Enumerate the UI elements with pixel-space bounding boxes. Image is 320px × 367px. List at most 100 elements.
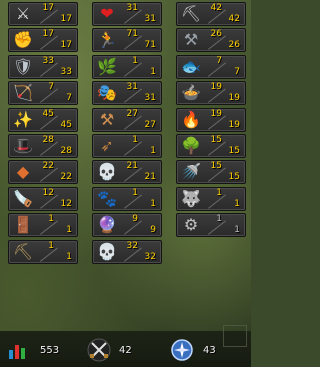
skill-current-level: 17 [42,29,54,39]
skill-max-level: 32 [144,252,156,262]
skill-current-level: 45 [42,109,54,119]
wolf-pouch-icon: 🐺 [181,189,201,208]
skill-max-level: 1 [66,225,72,235]
skill-current-level: 7 [216,56,222,66]
quest-points-value: 43 [203,344,216,356]
skill-level-box: 17 17 [36,29,74,51]
skill-level-box: 15 15 [204,161,242,183]
skill-current-level: 71 [126,29,138,39]
skill-max-level: 1 [66,252,72,262]
shield-icon: 🛡 [12,57,34,76]
skill-level-box: 11 [120,56,158,78]
skill-ranged[interactable]: 🏹 7 7 [8,81,78,105]
skill-current-level: 28 [42,135,54,145]
skill-thieving[interactable]: 🎭 31 31 [92,81,162,105]
skill-max-level: 1 [234,225,240,235]
skill-current-level: 1 [48,214,54,224]
quest-points[interactable]: 43 [170,336,216,364]
skill-level-box: 99 [120,214,158,236]
skill-archaeology[interactable]: ⛏ 1 1 [8,240,78,264]
skill-current-level: 1 [132,135,138,145]
sword-icon: ⚔ [15,4,31,23]
skill-summoning[interactable]: 🐺 1 1 [176,187,246,211]
skill-construction[interactable]: 🪚 12 12 [8,187,78,211]
skill-strength[interactable]: ✊ 17 17 [8,28,78,52]
skill-level-box: 19 19 [204,109,242,131]
skill-current-level: 7 [48,82,54,92]
quest-compass-icon [170,338,194,362]
panel-corner-decoration [223,325,247,347]
skill-mining[interactable]: ⛏ 42 42 [176,2,246,26]
skill-max-level: 9 [150,225,156,235]
skull-helm-icon: 💀 [97,162,117,181]
total-level[interactable]: 553 [6,336,59,364]
skill-max-level: 21 [144,172,156,182]
skill-magic[interactable]: 🎩 28 28 [8,134,78,158]
skill-max-level: 7 [234,67,240,77]
skill-fishing[interactable]: 🐟 7 7 [176,55,246,79]
skill-current-level: 9 [132,214,138,224]
skill-smithing[interactable]: ⚒ 26 26 [176,28,246,52]
skill-prayer[interactable]: ✨ 45 45 [8,108,78,132]
skill-level-box: 11 [36,214,74,236]
skill-slayer[interactable]: 💀 21 21 [92,160,162,184]
skill-agility[interactable]: 🏃 71 71 [92,28,162,52]
skill-necromancy[interactable]: 💀 32 32 [92,240,162,264]
skill-level-box: 11 [204,188,242,210]
skill-level-box: 31 31 [120,82,158,104]
pickaxe-icon: ⛏ [180,4,202,23]
skill-invention[interactable]: ⚙ 1 1 [176,213,246,237]
skill-max-level: 19 [228,120,240,130]
combat-level[interactable]: 42 [87,336,132,364]
skill-firemaking[interactable]: 🔥 19 19 [176,108,246,132]
skill-dungeoneering[interactable]: 🚪 1 1 [8,213,78,237]
skill-current-level: 1 [132,56,138,66]
skill-constitution[interactable]: ❤ 31 31 [92,2,162,26]
skill-current-level: 19 [210,82,222,92]
skill-farming[interactable]: 🚿 15 15 [176,160,246,184]
skill-level-box: 22 22 [36,161,74,183]
orb-icon: 🔮 [97,215,117,234]
skill-max-level: 45 [60,120,72,130]
skill-current-level: 22 [42,161,54,171]
bow-icon: 🏹 [13,83,33,102]
skill-woodcutting[interactable]: 🌳 15 15 [176,134,246,158]
saw-icon: 🪚 [13,189,33,208]
skill-hunter[interactable]: 🐾 1 1 [92,187,162,211]
skill-cooking[interactable]: 🍲 19 19 [176,81,246,105]
skill-level-box: 11 [120,188,158,210]
skill-level-box: 77 [36,82,74,104]
total-level-value: 553 [40,344,60,356]
skill-current-level: 32 [126,241,138,251]
cooking-pot-icon: 🍲 [181,83,201,102]
skill-max-level: 15 [228,172,240,182]
herb-leaf-icon: 🌿 [97,57,117,76]
skill-max-level: 31 [144,14,156,24]
skill-crafting[interactable]: ⚒ 27 27 [92,108,162,132]
fish-icon: 🐟 [181,57,201,76]
combat-level-value: 42 [119,344,132,356]
skill-level-box: 19 19 [204,82,242,104]
skill-current-level: 12 [42,188,54,198]
skill-defence[interactable]: 🛡 33 33 [8,55,78,79]
skill-level-box: 15 15 [204,135,242,157]
skill-current-level: 15 [210,135,222,145]
skill-level-box: 77 [204,56,242,78]
skill-level-box: 31 31 [120,3,158,25]
skill-max-level: 17 [60,40,72,50]
skill-max-level: 1 [150,146,156,156]
skill-herblore[interactable]: 🌿 1 1 [92,55,162,79]
tree-icon: 🌳 [181,136,201,155]
skill-max-level: 1 [150,199,156,209]
skill-current-level: 33 [42,56,54,66]
skill-fletching[interactable]: ➶ 1 1 [92,134,162,158]
skill-attack[interactable]: ⚔ 17 17 [8,2,78,26]
skill-current-level: 1 [216,214,222,224]
skill-max-level: 27 [144,120,156,130]
skill-level-box: 12 12 [36,188,74,210]
skill-current-level: 15 [210,161,222,171]
skill-runecrafting[interactable]: ◆ 22 22 [8,160,78,184]
skill-divination[interactable]: 🔮 9 9 [92,213,162,237]
skill-current-level: 1 [216,188,222,198]
skill-current-level: 42 [210,3,222,13]
